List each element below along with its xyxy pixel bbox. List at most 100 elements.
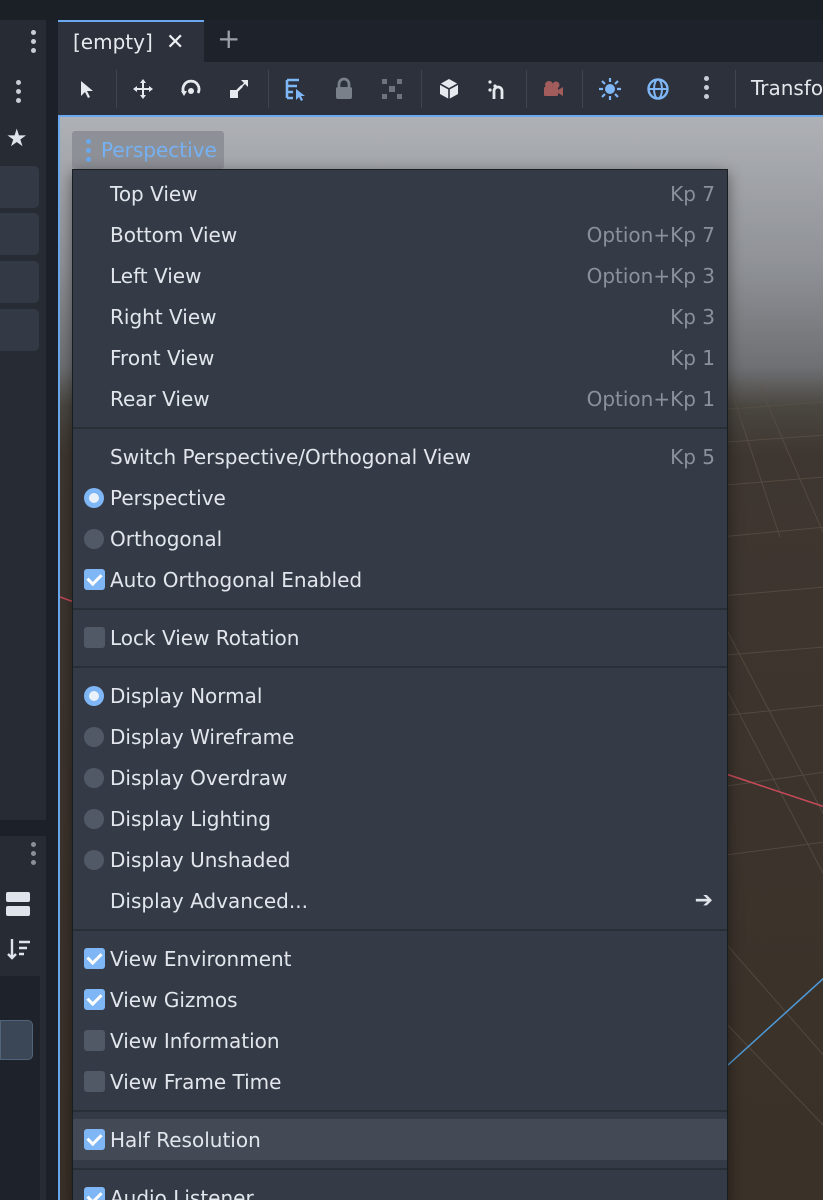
menu-dots-icon — [86, 138, 91, 162]
menu-item-label: Display Overdraw — [110, 765, 288, 790]
menu-item-shortcut: Kp 7 — [670, 181, 715, 206]
dock-list-item[interactable] — [0, 166, 39, 208]
menu-item-shortcut: Option+Kp 3 — [586, 263, 715, 288]
menu-item-display-wireframe[interactable]: Display Wireframe — [73, 716, 727, 757]
menu-item-label: View Environment — [110, 946, 292, 971]
dock-lower-menu-dots-icon[interactable] — [30, 842, 36, 865]
menu-item-label: Display Unshaded — [110, 847, 291, 872]
view-popup-menu: Top View Kp 7 Bottom View Option+Kp 7 Le… — [72, 169, 728, 1200]
menu-item-shortcut: Kp 5 — [670, 444, 715, 469]
dock-more-icon[interactable] — [15, 80, 21, 103]
group-icon[interactable] — [379, 76, 405, 102]
menu-item-label: Top View — [110, 181, 198, 206]
toolbar-separator — [582, 70, 583, 108]
menu-separator — [73, 1110, 727, 1112]
menu-item-label: View Information — [110, 1028, 280, 1053]
menu-separator — [73, 666, 727, 668]
snap-magnet-icon[interactable] — [485, 76, 511, 102]
perspective-menu-label: Perspective — [101, 138, 217, 162]
dock-list-item[interactable] — [0, 213, 39, 255]
menu-item-shortcut: Kp 1 — [670, 345, 715, 370]
menu-item-label: Display Normal — [110, 683, 263, 708]
camera-icon[interactable] — [540, 76, 566, 102]
menu-item-label: Left View — [110, 263, 202, 288]
plus-icon[interactable]: + — [217, 24, 240, 54]
menu-item-label: View Gizmos — [110, 987, 238, 1012]
menu-separator — [73, 1168, 727, 1170]
transform-menu-label[interactable]: Transfo — [751, 76, 823, 100]
menu-item-view-environment[interactable]: View Environment — [73, 938, 727, 979]
menu-separator — [73, 427, 727, 429]
menu-item-label: View Frame Time — [110, 1069, 282, 1094]
checkbox-unchecked-icon — [84, 1071, 105, 1092]
menu-item-label: Display Lighting — [110, 806, 271, 831]
dock-list-item[interactable] — [0, 261, 39, 303]
menu-item-bottom-view[interactable]: Bottom View Option+Kp 7 — [73, 214, 727, 255]
menu-item-view-frame-time[interactable]: View Frame Time — [73, 1061, 727, 1102]
menu-item-right-view[interactable]: Right View Kp 3 — [73, 296, 727, 337]
menu-item-display-unshaded[interactable]: Display Unshaded — [73, 839, 727, 880]
checkbox-checked-icon — [84, 1187, 105, 1200]
menu-item-view-gizmos[interactable]: View Gizmos — [73, 979, 727, 1020]
dock-lower-panel — [0, 976, 40, 1200]
radio-unselected-icon — [84, 808, 104, 829]
menu-item-label: Switch Perspective/Orthogonal View — [110, 444, 472, 469]
menu-item-view-information[interactable]: View Information — [73, 1020, 727, 1061]
dock-list-item[interactable] — [0, 309, 39, 351]
dock-lower-selected-item[interactable] — [0, 1020, 33, 1060]
menu-item-label: Front View — [110, 345, 215, 370]
menu-item-label: Orthogonal — [110, 526, 223, 551]
favorite-star-icon[interactable]: ★ — [6, 124, 28, 152]
sun-icon[interactable] — [597, 76, 623, 102]
list-select-icon[interactable] — [283, 76, 309, 102]
toolbar-separator — [268, 70, 269, 108]
menu-item-audio-listener[interactable]: Audio Listener — [73, 1177, 727, 1200]
toolbar-separator — [421, 70, 422, 108]
radio-unselected-icon — [84, 528, 104, 549]
checkbox-checked-icon — [84, 569, 105, 590]
scale-icon[interactable] — [226, 76, 252, 102]
menu-item-rear-view[interactable]: Rear View Option+Kp 1 — [73, 378, 727, 419]
toolbar-separator — [116, 70, 117, 108]
menu-item-display-advanced[interactable]: Display Advanced... ➔ — [73, 880, 727, 921]
radio-unselected-icon — [84, 726, 104, 747]
rotate-icon[interactable] — [178, 76, 204, 102]
move-icon[interactable] — [130, 76, 156, 102]
menu-separator — [73, 608, 727, 610]
menu-item-shortcut: Kp 3 — [670, 304, 715, 329]
close-icon[interactable]: ✕ — [166, 30, 184, 55]
menu-item-label: Perspective — [110, 485, 226, 510]
menu-item-label: Half Resolution — [110, 1127, 261, 1152]
menu-item-label: Rear View — [110, 386, 210, 411]
more-vertical-icon[interactable] — [703, 76, 709, 99]
radio-selected-icon — [84, 685, 104, 706]
menu-item-display-normal[interactable]: Display Normal — [73, 675, 727, 716]
radio-unselected-icon — [84, 767, 104, 788]
menu-item-auto-orthogonal[interactable]: Auto Orthogonal Enabled — [73, 559, 727, 600]
lock-icon[interactable] — [331, 76, 357, 102]
menu-item-display-lighting[interactable]: Display Lighting — [73, 798, 727, 839]
menu-item-label: Bottom View — [110, 222, 238, 247]
sort-icon[interactable] — [6, 936, 32, 962]
menu-item-front-view[interactable]: Front View Kp 1 — [73, 337, 727, 378]
menu-item-top-view[interactable]: Top View Kp 7 — [73, 173, 727, 214]
checkbox-unchecked-icon — [84, 1030, 105, 1051]
menu-item-left-view[interactable]: Left View Option+Kp 3 — [73, 255, 727, 296]
layout-split-icon[interactable] — [6, 892, 30, 916]
menu-item-label: Display Advanced... — [110, 888, 308, 913]
menu-item-lock-view-rotation[interactable]: Lock View Rotation — [73, 617, 727, 658]
tab-empty[interactable]: [empty] ✕ — [58, 20, 204, 62]
local-space-cube-icon[interactable] — [436, 76, 462, 102]
arrow-right-icon: ➔ — [694, 888, 713, 913]
perspective-menu-button[interactable]: Perspective — [72, 131, 224, 169]
menu-item-orthogonal[interactable]: Orthogonal — [73, 518, 727, 559]
menu-item-perspective[interactable]: Perspective — [73, 477, 727, 518]
menu-item-switch-perspective-orthogonal[interactable]: Switch Perspective/Orthogonal View Kp 5 — [73, 436, 727, 477]
globe-icon[interactable] — [645, 76, 671, 102]
dock-menu-dots-icon[interactable] — [30, 30, 36, 53]
menu-item-display-overdraw[interactable]: Display Overdraw — [73, 757, 727, 798]
menu-item-half-resolution[interactable]: Half Resolution — [73, 1119, 727, 1160]
select-arrow-icon[interactable] — [74, 76, 100, 102]
toolbar-separator — [735, 70, 736, 108]
radio-unselected-icon — [84, 849, 104, 870]
